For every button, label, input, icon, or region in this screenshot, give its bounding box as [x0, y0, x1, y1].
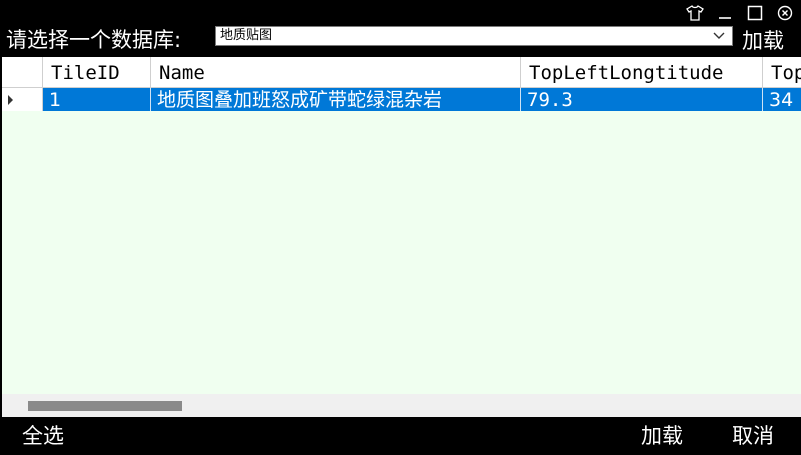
chevron-down-icon — [712, 28, 726, 44]
corner-header-cell[interactable] — [2, 57, 43, 87]
current-row-arrow-icon — [8, 95, 13, 105]
horizontal-scrollbar[interactable] — [2, 394, 801, 417]
grid-header: TileID Name TopLeftLongtitude Top — [2, 57, 801, 88]
scrollbar-thumb[interactable] — [28, 401, 182, 411]
row-header[interactable] — [2, 88, 43, 111]
close-icon[interactable] — [775, 3, 795, 23]
database-select-value: 地质贴图 — [220, 28, 273, 43]
shirt-icon[interactable] — [685, 3, 705, 23]
cancel-button[interactable]: 取消 — [732, 417, 774, 455]
database-label: 请选择一个数据库: — [6, 28, 182, 52]
cell-tileid[interactable]: 1 — [43, 88, 151, 111]
cell-name[interactable]: 地质图叠加班怒成矿带蛇绿混杂岩 — [151, 88, 521, 111]
column-header-tileid[interactable]: TileID — [43, 57, 151, 87]
minimize-icon[interactable] — [715, 3, 735, 23]
maximize-icon[interactable] — [745, 3, 765, 23]
tiles-data-grid[interactable]: TileID Name TopLeftLongtitude Top 1 地质图叠… — [2, 57, 801, 394]
load-button[interactable]: 加载 — [641, 417, 683, 455]
window-controls — [685, 2, 795, 24]
database-toolbar: 请选择一个数据库: 地质贴图 加载 — [0, 24, 801, 56]
table-row[interactable]: 1 地质图叠加班怒成矿带蛇绿混杂岩 79.3 34 — [2, 88, 801, 111]
column-header-name[interactable]: Name — [151, 57, 521, 87]
database-select[interactable]: 地质贴图 — [215, 26, 733, 46]
cell-top[interactable]: 34 — [763, 88, 801, 111]
select-all-button[interactable]: 全选 — [22, 417, 64, 455]
cell-topleftlongtitude[interactable]: 79.3 — [521, 88, 763, 111]
column-header-top[interactable]: Top — [763, 57, 801, 87]
footer-bar: 全选 加载 取消 — [0, 417, 801, 450]
load-database-button[interactable]: 加载 — [742, 26, 784, 56]
column-header-topleftlongtitude[interactable]: TopLeftLongtitude — [521, 57, 763, 87]
